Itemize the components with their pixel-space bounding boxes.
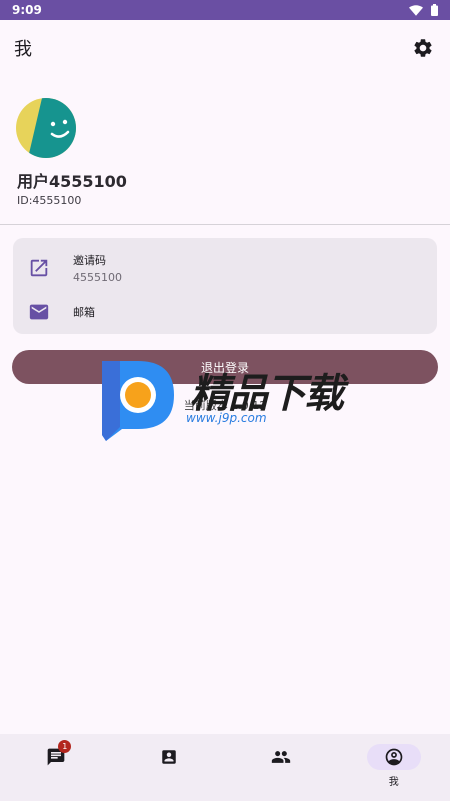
status-time: 9:09 xyxy=(12,3,42,17)
invite-code-label: 邀请码 xyxy=(73,254,106,267)
email-item[interactable]: 邮箱 xyxy=(13,298,437,326)
settings-button[interactable] xyxy=(408,33,438,63)
watermark: 精品下载 www.j9p.com xyxy=(98,357,358,447)
divider xyxy=(0,224,450,225)
nav-item-groups[interactable] xyxy=(225,734,338,801)
nav-pill-active xyxy=(366,744,421,770)
page-title: 我 xyxy=(14,39,32,60)
status-bar: 9:09 xyxy=(0,0,450,20)
open-in-new-icon xyxy=(27,256,51,280)
profile-section: 用户4555100 ID:4555100 xyxy=(16,98,127,207)
smiley-avatar-image xyxy=(16,98,76,158)
nav-label-me: 我 xyxy=(388,777,399,788)
gear-icon xyxy=(414,39,432,57)
top-app-bar: 我 xyxy=(0,20,450,76)
watermark-logo-icon xyxy=(102,361,174,441)
mail-icon xyxy=(27,300,51,324)
status-icons xyxy=(409,4,438,16)
nav-pill xyxy=(254,744,308,770)
unread-badge: 1 xyxy=(58,740,72,753)
nav-pill: 1 xyxy=(29,740,83,770)
account-info-card: 邀请码 4555100 邮箱 xyxy=(13,238,437,334)
battery-icon xyxy=(431,4,438,16)
account-circle-icon xyxy=(385,748,403,766)
avatar[interactable] xyxy=(16,98,76,158)
watermark-url: www.j9p.com xyxy=(186,411,267,425)
nav-item-messages[interactable]: 1 xyxy=(0,734,113,801)
invite-code-item[interactable]: 邀请码 4555100 xyxy=(13,248,437,288)
email-label: 邮箱 xyxy=(73,306,95,319)
user-id: ID:4555100 xyxy=(17,194,82,207)
nav-pill xyxy=(142,744,196,770)
invite-code-value: 4555100 xyxy=(73,271,122,284)
group-icon xyxy=(272,751,291,763)
contact-card-icon xyxy=(162,750,176,764)
username: 用户4555100 xyxy=(17,172,127,191)
nav-item-me[interactable]: 我 xyxy=(338,734,450,801)
nav-item-contacts[interactable] xyxy=(113,734,226,801)
wifi-icon xyxy=(409,4,423,16)
bottom-navigation: 1 我 xyxy=(0,734,450,801)
